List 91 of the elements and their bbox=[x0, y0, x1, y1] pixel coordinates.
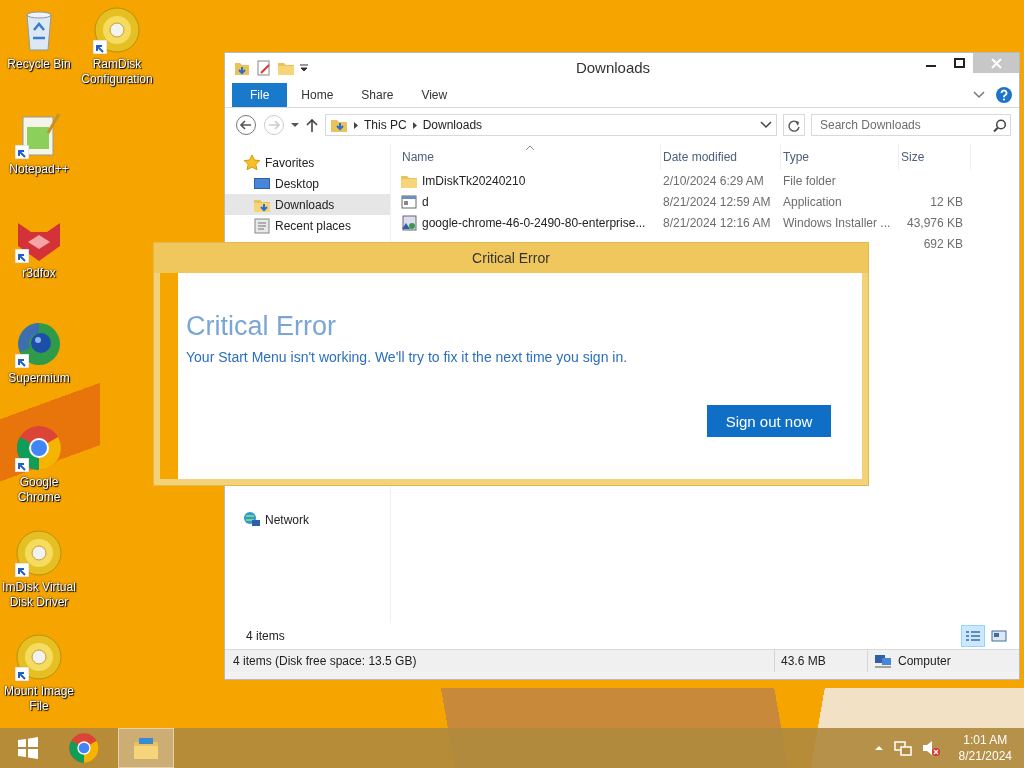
nav-label: Network bbox=[265, 512, 309, 527]
clock-time: 1:01 AM bbox=[963, 732, 1008, 748]
status-summary: 4 items (Disk free space: 13.5 GB) bbox=[232, 653, 418, 670]
dropdown-caret-icon[interactable] bbox=[760, 121, 772, 129]
refresh-button[interactable] bbox=[783, 114, 805, 136]
help-icon[interactable] bbox=[995, 85, 1013, 104]
chevron-right-icon bbox=[411, 120, 418, 130]
column-header[interactable]: Date modified bbox=[661, 144, 781, 170]
disc-icon bbox=[15, 633, 63, 681]
nav-label: Recent places bbox=[275, 218, 352, 233]
column-header[interactable]: Type bbox=[781, 144, 899, 170]
icon-label: RamDisk Configuration bbox=[80, 57, 154, 87]
chevron-right-icon bbox=[353, 120, 359, 130]
icon-label: Notepad++ bbox=[8, 161, 70, 177]
search-icon[interactable] bbox=[993, 119, 1006, 132]
windows-logo-icon bbox=[18, 737, 38, 759]
computer-icon bbox=[874, 654, 892, 668]
breadcrumb-link[interactable]: This PC bbox=[364, 118, 407, 132]
up-arrow-icon[interactable] bbox=[305, 117, 319, 133]
sign-out-button[interactable]: Sign out now bbox=[707, 405, 831, 437]
icon-label: ImDisk Virtual Disk Driver bbox=[1, 579, 77, 610]
ribbon-tab[interactable]: View bbox=[407, 82, 462, 107]
star-icon bbox=[243, 154, 261, 171]
large-icons-view-icon bbox=[991, 630, 1007, 642]
nav-item[interactable]: Desktop bbox=[225, 173, 390, 194]
show-hidden-icons-icon[interactable] bbox=[873, 744, 884, 752]
disc-icon bbox=[93, 6, 141, 54]
column-header[interactable]: Name bbox=[400, 144, 661, 170]
clock-date: 8/21/2024 bbox=[958, 748, 1012, 764]
size-cell-text: 692 KB bbox=[922, 236, 964, 251]
refresh-icon bbox=[787, 118, 801, 132]
nav-label: Favorites bbox=[265, 155, 315, 170]
nav-group[interactable]: Network bbox=[225, 509, 390, 530]
item-count: 4 items bbox=[246, 629, 285, 643]
file-row[interactable]: d 8/21/2024 12:59 AM Application 12 KB bbox=[400, 191, 1019, 212]
type-cell-text: File folder bbox=[782, 173, 837, 188]
properties-icon[interactable] bbox=[255, 58, 273, 77]
installer-icon bbox=[400, 213, 418, 232]
nav-label: Desktop bbox=[275, 176, 320, 191]
file-name: google-chrome-46-0-2490-80-enterprise... bbox=[422, 215, 646, 230]
size-cell-text: 12 KB bbox=[929, 194, 964, 209]
taskbar-button[interactable] bbox=[118, 728, 174, 768]
window-title: Downloads bbox=[574, 59, 652, 76]
nav-item[interactable]: Recent places bbox=[225, 215, 390, 236]
error-message: Your Start Menu isn't working. We'll try to fix it the next time you sign in. bbox=[186, 349, 629, 365]
icon-label: Recycle Bin bbox=[6, 57, 72, 72]
file-name: d bbox=[422, 194, 429, 209]
view-button[interactable] bbox=[961, 625, 985, 647]
date-cell-text: 8/21/2024 12:59 AM bbox=[662, 194, 772, 209]
file-name: ImDiskTk20240210 bbox=[422, 173, 526, 188]
location-label: Computer bbox=[898, 654, 951, 668]
error-heading: Critical Error bbox=[186, 310, 337, 343]
monitor-icon bbox=[253, 175, 271, 192]
chrome-icon bbox=[68, 732, 100, 764]
recent-places-icon bbox=[253, 217, 271, 234]
network-icon bbox=[243, 511, 261, 528]
icon-label: r3dfox bbox=[21, 266, 57, 281]
size-cell-text: 43,976 KB bbox=[905, 215, 964, 230]
ribbon-tab[interactable]: Home bbox=[287, 82, 348, 107]
network-icon[interactable] bbox=[893, 739, 912, 757]
file-row[interactable]: google-chrome-46-0-2490-80-enterprise... 8/21/2024 12:16 AM Windows Installer ... 43,976 KB bbox=[400, 212, 1019, 233]
volume-muted-icon[interactable] bbox=[921, 739, 941, 757]
expand-ribbon-icon[interactable] bbox=[973, 90, 985, 99]
file-row[interactable]: ImDiskTk20240210 2/10/2024 6:29 AM File folder bbox=[400, 170, 1019, 191]
dialog-title: Critical Error bbox=[154, 243, 868, 273]
sort-ascending-icon bbox=[525, 145, 535, 151]
column-header[interactable]: Size bbox=[899, 144, 971, 170]
maximize-icon bbox=[953, 58, 965, 68]
nav-item[interactable]: Downloads bbox=[225, 194, 390, 215]
file-menu-button[interactable]: File bbox=[232, 82, 288, 107]
disc-icon bbox=[15, 528, 63, 577]
nav-group[interactable]: Favorites bbox=[225, 152, 390, 173]
selection-size: 43.6 MB bbox=[774, 650, 867, 672]
recent-locations-icon[interactable] bbox=[291, 122, 299, 128]
search-field[interactable]: Search Downloads bbox=[811, 114, 1011, 136]
type-cell-text: Application bbox=[782, 194, 843, 209]
icon-label: Supermium bbox=[7, 370, 71, 386]
icon-label: Mount Image File bbox=[2, 684, 75, 714]
details-view-icon bbox=[965, 630, 981, 642]
date-cell-text: 2/10/2024 6:29 AM bbox=[662, 173, 765, 188]
ribbon-tab[interactable]: Share bbox=[347, 82, 408, 107]
chrome-icon bbox=[15, 424, 63, 472]
date-cell-text: 8/21/2024 12:16 AM bbox=[662, 215, 772, 230]
caret-down-icon[interactable] bbox=[299, 61, 309, 74]
application-icon bbox=[400, 192, 418, 211]
icon-label: Google Chrome bbox=[16, 475, 62, 505]
breadcrumb-link[interactable]: Downloads bbox=[422, 118, 483, 132]
back-icon[interactable] bbox=[235, 114, 257, 136]
nav-label: Downloads bbox=[275, 197, 335, 212]
type-cell-text: Windows Installer ... bbox=[782, 215, 892, 230]
close-icon bbox=[990, 57, 1002, 69]
